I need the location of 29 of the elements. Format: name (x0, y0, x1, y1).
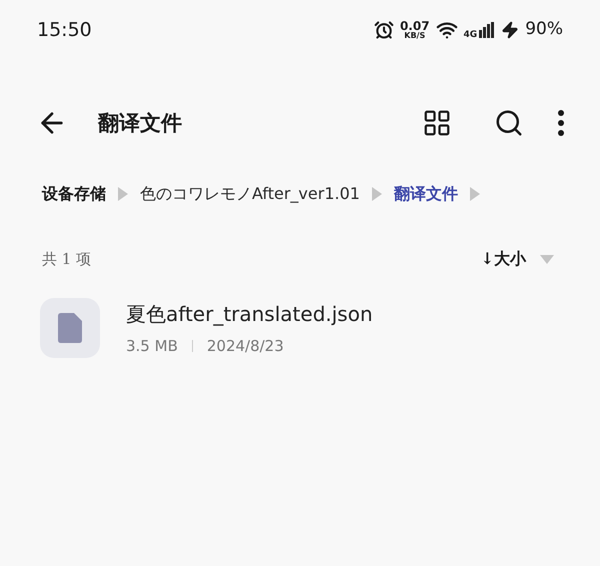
breadcrumb-item[interactable]: 色のコワレモノAfter_ver1.01 (140, 182, 360, 206)
breadcrumb-item[interactable]: 翻译文件 (394, 182, 458, 206)
file-size: 3.5 MB (126, 336, 178, 357)
more-icon (558, 110, 564, 136)
search-icon (494, 108, 524, 138)
chevron-icon (118, 187, 128, 201)
grid-icon (422, 108, 452, 138)
page-title: 翻译文件 (98, 109, 182, 138)
file-date: 2024/8/23 (206, 336, 284, 357)
charging-icon (501, 21, 520, 39)
network-type: 4G (464, 29, 478, 42)
search-button[interactable] (494, 108, 524, 138)
battery-level: 90% (525, 18, 563, 42)
file-name: 夏色after_translated.json (126, 300, 373, 328)
grid-view-button[interactable] (422, 108, 452, 138)
signal-icon (479, 22, 496, 38)
dropdown-icon (540, 254, 554, 264)
chevron-icon (372, 187, 382, 201)
item-count: 共 1 项 (42, 248, 92, 270)
sort-button[interactable]: ↓大小 (480, 247, 526, 271)
breadcrumb-item[interactable]: 设备存储 (42, 182, 106, 206)
more-button[interactable] (558, 110, 564, 136)
network-speed: 0.07 (400, 20, 430, 32)
file-row[interactable]: 夏色after_translated.json 3.5 MB 2024/8/23 (0, 296, 600, 360)
chevron-icon (470, 187, 480, 201)
status-time: 15:50 (37, 18, 92, 43)
document-icon (58, 313, 82, 343)
speed-unit: KB/S (404, 32, 426, 40)
alarm-icon (374, 20, 394, 40)
